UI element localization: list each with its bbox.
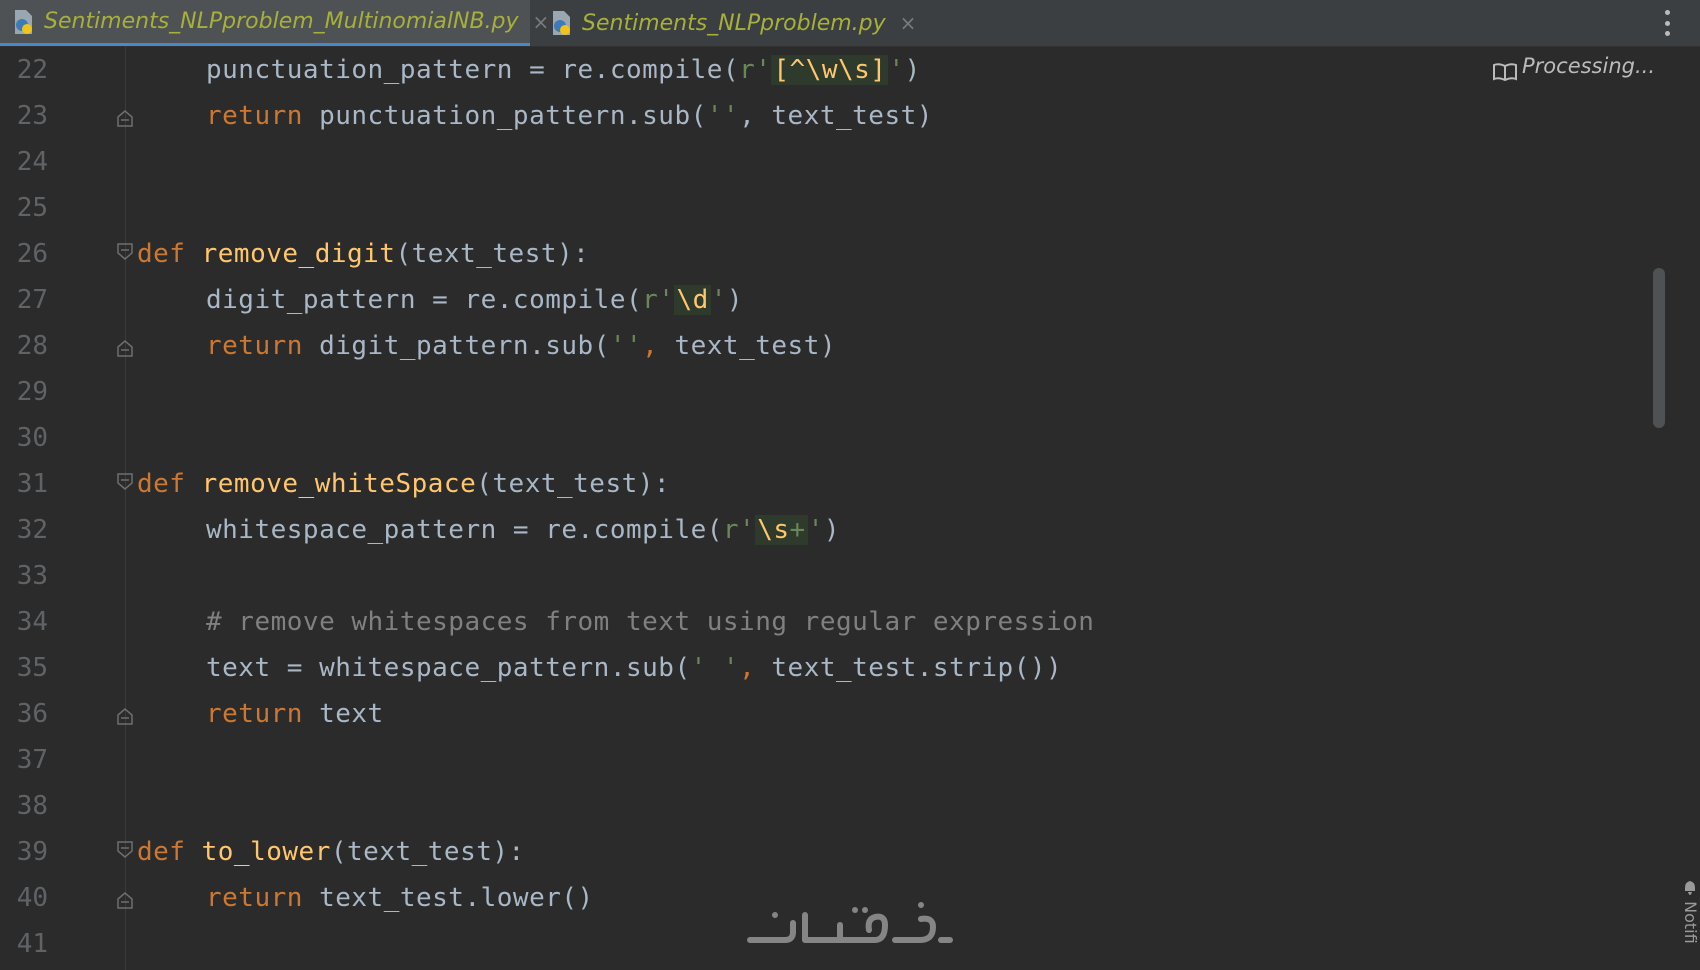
code-text: return text_test.lower(): [206, 883, 594, 913]
code-line: 23 return punctuation_pattern.sub('', te…: [0, 93, 1672, 139]
code-text: punctuation_pattern = re.compile(r'[^\w\…: [206, 55, 921, 85]
tab-label: Sentiments_NLPproblem.py: [582, 10, 886, 36]
code-text: def remove_whiteSpace(text_test):: [137, 469, 671, 499]
fold-marker-icon[interactable]: [117, 841, 133, 863]
code-line: 24: [0, 139, 1672, 185]
code-line: 29: [0, 369, 1672, 415]
line-number: 22: [16, 55, 48, 85]
code-text: whitespace_pattern = re.compile(r'\s+'): [206, 515, 840, 545]
code-text: def to_lower(text_test):: [137, 837, 525, 867]
code-line: 25: [0, 185, 1672, 231]
line-number: 34: [16, 607, 48, 637]
code-text: return punctuation_pattern.sub('', text_…: [206, 101, 933, 131]
fold-marker-icon[interactable]: [117, 243, 133, 265]
code-text: digit_pattern = re.compile(r'\d'): [206, 285, 744, 315]
python-file-icon: [12, 9, 36, 35]
fold-marker-icon[interactable]: [117, 105, 133, 127]
bell-icon: [1685, 881, 1695, 895]
reader-mode-icon[interactable]: [1492, 62, 1518, 82]
scrollbar-track[interactable]: [1672, 47, 1700, 970]
code-line: 27 digit_pattern = re.compile(r'\d'): [0, 277, 1672, 323]
code-editor[interactable]: 22 punctuation_pattern = re.compile(r'[^…: [0, 47, 1672, 970]
line-number: 24: [16, 147, 48, 177]
line-number: 31: [16, 469, 48, 499]
more-vertical-icon[interactable]: [1664, 10, 1670, 36]
line-number: 41: [16, 929, 48, 959]
line-number: 32: [16, 515, 48, 545]
line-number: 30: [16, 423, 48, 453]
code-line: 31 def remove_whiteSpace(text_test):: [0, 461, 1672, 507]
code-line: 36 return text: [0, 691, 1672, 737]
notifications-tool-window[interactable]: Notifi: [1680, 880, 1700, 970]
regex-highlight: \s+: [755, 515, 808, 545]
line-number: 38: [16, 791, 48, 821]
processing-status: Processing...: [1522, 54, 1655, 78]
code-line: 30: [0, 415, 1672, 461]
code-line: 28 return digit_pattern.sub('', text_tes…: [0, 323, 1672, 369]
line-number: 28: [16, 331, 48, 361]
fold-marker-icon[interactable]: [117, 473, 133, 495]
code-line: 33: [0, 553, 1672, 599]
line-number: 29: [16, 377, 48, 407]
code-text: def remove_digit(text_test):: [137, 239, 590, 269]
tab-label: Sentiments_NLPproblem_MultinomialNB.py: [44, 9, 519, 34]
line-number: 39: [16, 837, 48, 867]
regex-highlight: [^\w\s]: [771, 55, 889, 85]
scrollbar-thumb[interactable]: [1653, 268, 1665, 428]
code-line: 34 # remove whitespaces from text using …: [0, 599, 1672, 645]
watermark-logo: [747, 902, 953, 943]
line-number: 37: [16, 745, 48, 775]
line-number: 33: [16, 561, 48, 591]
regex-highlight: \d: [674, 285, 711, 315]
tab-sentiments-nlpproblem[interactable]: Sentiments_NLPproblem.py ×: [538, 0, 916, 46]
code-line: 37: [0, 737, 1672, 783]
code-line: 26 def remove_digit(text_test):: [0, 231, 1672, 277]
fold-marker-icon[interactable]: [117, 335, 133, 357]
line-number: 25: [16, 193, 48, 223]
code-text: return digit_pattern.sub('', text_test): [206, 331, 836, 361]
code-text: return text: [206, 699, 384, 729]
code-line: 35 text = whitespace_pattern.sub(' ', te…: [0, 645, 1672, 691]
fold-marker-icon[interactable]: [117, 887, 133, 909]
code-line: 22 punctuation_pattern = re.compile(r'[^…: [0, 47, 1672, 93]
code-line: 39 def to_lower(text_test):: [0, 829, 1672, 875]
editor-tab-bar: Sentiments_NLPproblem_MultinomialNB.py ×…: [0, 0, 1700, 47]
line-number: 23: [16, 101, 48, 131]
python-file-icon: [550, 10, 574, 36]
line-number: 35: [16, 653, 48, 683]
code-comment: # remove whitespaces from text using reg…: [206, 607, 1095, 637]
code-text: text = whitespace_pattern.sub(' ', text_…: [206, 653, 1063, 683]
line-number: 26: [16, 239, 48, 269]
code-line: 32 whitespace_pattern = re.compile(r'\s+…: [0, 507, 1672, 553]
line-number: 27: [16, 285, 48, 315]
fold-marker-icon[interactable]: [117, 703, 133, 725]
notifications-label: Notifi: [1681, 901, 1700, 944]
close-icon[interactable]: ×: [900, 11, 917, 35]
code-line: 38: [0, 783, 1672, 829]
tab-sentiments-multinomialnb[interactable]: Sentiments_NLPproblem_MultinomialNB.py ×: [0, 0, 549, 46]
line-number: 40: [16, 883, 48, 913]
line-number: 36: [16, 699, 48, 729]
